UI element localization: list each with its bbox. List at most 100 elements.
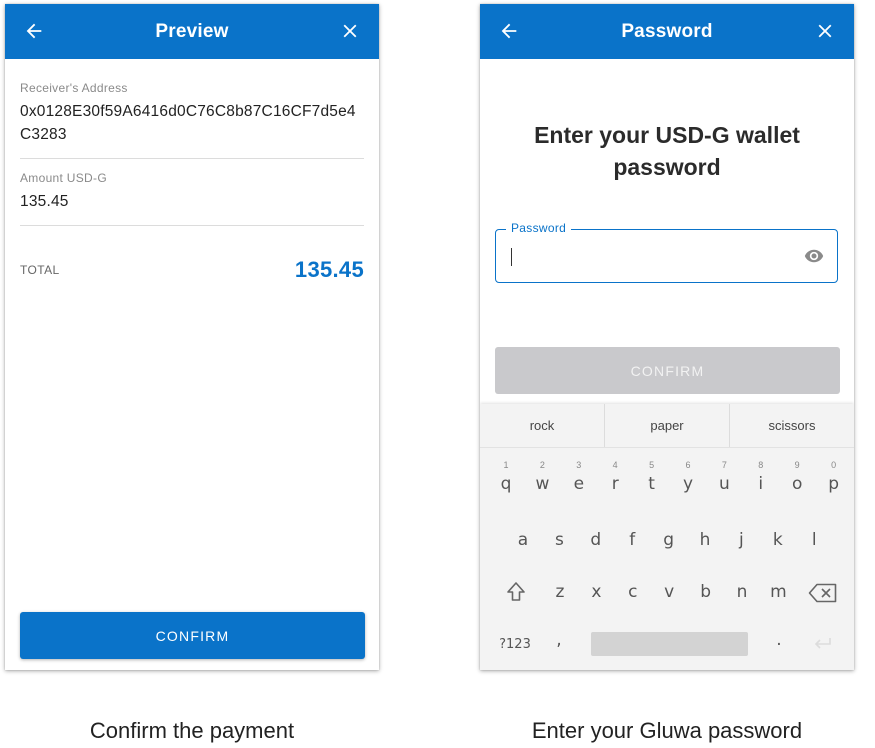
key-t[interactable]: 5t xyxy=(634,460,670,500)
key-j[interactable]: j xyxy=(723,520,759,560)
key-number-hint: 3 xyxy=(576,460,582,470)
eye-icon[interactable] xyxy=(802,246,826,266)
key-s[interactable]: s xyxy=(541,520,577,560)
caption-enter-password: Enter your Gluwa password xyxy=(531,718,803,743)
enter-icon[interactable] xyxy=(812,637,834,651)
key-z[interactable]: z xyxy=(542,572,578,612)
back-arrow-icon[interactable] xyxy=(23,20,45,42)
close-icon[interactable] xyxy=(814,20,836,42)
comma-key[interactable]: , xyxy=(541,630,577,670)
key-y[interactable]: 6y xyxy=(670,460,706,500)
key-c[interactable]: c xyxy=(615,572,651,612)
password-field-label: Password xyxy=(506,221,572,235)
key-character: f xyxy=(629,530,636,550)
key-d[interactable]: d xyxy=(578,520,614,560)
keyboard-row-2: a sdf ghj k l xyxy=(480,520,854,560)
amount-label: Amount USD-G xyxy=(20,171,107,185)
page-title: Password xyxy=(621,20,713,42)
key-f[interactable]: f xyxy=(614,520,650,560)
key-u[interactable]: 7u xyxy=(706,460,742,500)
password-app-bar: Password xyxy=(480,4,854,59)
key-character: i xyxy=(758,474,764,494)
key-character: u xyxy=(719,474,730,494)
key-h[interactable]: h xyxy=(687,520,723,560)
space-key[interactable] xyxy=(591,632,748,656)
receiver-address-value: 0x0128E30f59A6416d0C76C8b87C16CF7d5e4C32… xyxy=(20,103,356,143)
confirm-button-disabled[interactable]: CONFIRM xyxy=(495,347,840,394)
suggestion-item[interactable]: rock xyxy=(480,404,604,447)
key-number-hint: 6 xyxy=(685,460,691,470)
keyboard-row-3: z xcv b n m xyxy=(480,572,854,612)
key-character: p xyxy=(828,474,839,494)
key-a[interactable]: a xyxy=(505,520,541,560)
key-number-hint: 8 xyxy=(758,460,764,470)
preview-screen: Preview Receiver's Address 0x0128E30f59A… xyxy=(5,4,379,670)
key-b[interactable]: b xyxy=(688,572,724,612)
key-number-hint: 1 xyxy=(503,460,509,470)
key-number-hint: 0 xyxy=(831,460,837,470)
key-number-hint: 4 xyxy=(612,460,618,470)
key-character: e xyxy=(573,474,585,494)
key-character: n xyxy=(736,582,748,602)
on-screen-keyboard: rock paper scissors 1q2w3e4r5t6y7u8i9o0p… xyxy=(480,404,854,670)
total-label: TOTAL xyxy=(20,263,60,277)
suggestion-item[interactable]: paper xyxy=(604,404,729,447)
key-r[interactable]: 4r xyxy=(597,460,633,500)
key-character: a xyxy=(517,530,529,550)
shift-icon[interactable] xyxy=(506,581,526,603)
preview-app-bar: Preview xyxy=(5,4,379,59)
key-character: r xyxy=(611,474,619,494)
page-title: Preview xyxy=(155,20,229,42)
key-character: w xyxy=(535,474,550,494)
key-g[interactable]: g xyxy=(651,520,687,560)
key-o[interactable]: 9o xyxy=(779,460,815,500)
key-character: k xyxy=(772,530,783,550)
backspace-icon[interactable] xyxy=(808,583,838,603)
confirm-button[interactable]: CONFIRM xyxy=(20,612,365,659)
password-screen: Password Enter your USD-G wallet passwor… xyxy=(480,4,854,670)
key-character: z xyxy=(555,582,565,602)
suggestion-strip: rock paper scissors xyxy=(480,404,854,448)
key-l[interactable]: l xyxy=(796,520,832,560)
key-character: v xyxy=(664,582,675,602)
key-q[interactable]: 1q xyxy=(488,460,524,500)
keyboard-row-4: ?123 , . xyxy=(480,630,854,670)
key-character: m xyxy=(770,582,787,602)
key-v[interactable]: v xyxy=(651,572,687,612)
receiver-address-field: Receiver's Address 0x0128E30f59A6416d0C7… xyxy=(20,59,364,159)
key-character: s xyxy=(554,530,564,550)
key-k[interactable]: k xyxy=(760,520,796,560)
key-character: x xyxy=(591,582,602,602)
suggestion-item[interactable]: scissors xyxy=(729,404,854,447)
password-input[interactable]: Password xyxy=(495,221,838,283)
key-character: j xyxy=(739,530,744,550)
key-number-hint: 9 xyxy=(794,460,800,470)
text-caret xyxy=(511,248,512,266)
keyboard-row-1: 1q2w3e4r5t6y7u8i9o0p xyxy=(480,460,854,500)
back-arrow-icon[interactable] xyxy=(498,20,520,42)
key-number-hint: 7 xyxy=(721,460,727,470)
receiver-address-label: Receiver's Address xyxy=(20,81,128,95)
key-m[interactable]: m xyxy=(760,572,796,612)
key-character: b xyxy=(700,582,711,602)
symbols-key[interactable]: ?123 xyxy=(497,632,533,670)
caption-confirm-payment: Confirm the payment xyxy=(89,718,295,743)
key-character: y xyxy=(682,474,694,494)
key-character: q xyxy=(500,474,512,494)
key-w[interactable]: 2w xyxy=(524,460,560,500)
close-icon[interactable] xyxy=(339,20,361,42)
total-row: TOTAL 135.45 xyxy=(20,257,364,283)
key-p[interactable]: 0p xyxy=(816,460,852,500)
password-heading: Enter your USD-G wallet password xyxy=(534,122,800,180)
key-n[interactable]: n xyxy=(724,572,760,612)
key-e[interactable]: 3e xyxy=(561,460,597,500)
key-character: t xyxy=(648,474,655,494)
key-character: g xyxy=(663,530,674,550)
key-character: l xyxy=(811,530,817,550)
total-value: 135.45 xyxy=(294,257,364,282)
key-x[interactable]: x xyxy=(578,572,614,612)
key-number-hint: 5 xyxy=(649,460,655,470)
amount-field: Amount USD-G 135.45 xyxy=(20,159,364,226)
key-i[interactable]: 8i xyxy=(743,460,779,500)
period-key[interactable]: . xyxy=(761,630,797,670)
